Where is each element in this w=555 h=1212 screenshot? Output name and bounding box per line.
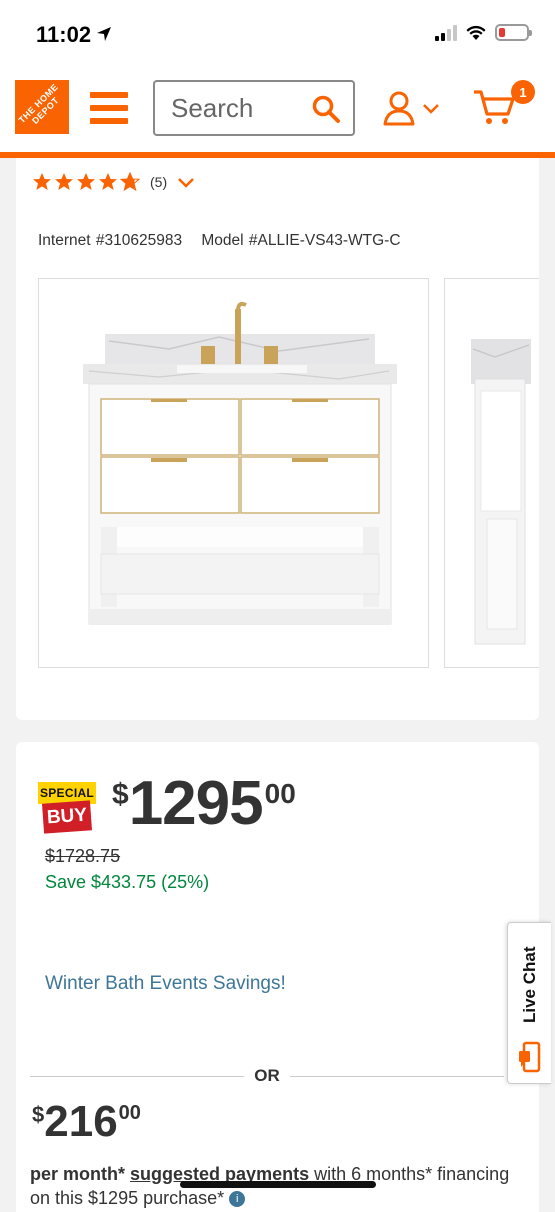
vanity-side-image [471,339,531,645]
per-month-label: per month* [30,1164,126,1184]
product-overview-card: (5) Internet #310625983 Model #ALLIE-VS4… [16,158,539,720]
site-header: THE HOME DEPOT 1 [0,66,555,158]
or-label: OR [254,1066,280,1085]
chevron-down-icon [423,104,439,114]
star-icon [99,173,117,190]
home-indicator[interactable] [180,1181,376,1188]
rating-stars [32,172,140,192]
star-icon [77,173,95,190]
price-cents: 00 [264,778,296,809]
search-box[interactable] [153,80,355,136]
monthly-cents: 00 [118,1102,141,1124]
current-price: $ 1295 00 [112,772,296,836]
account-button[interactable] [382,90,440,126]
product-rating[interactable]: (5) [32,172,195,192]
star-icon [33,173,51,190]
model-number: Model #ALLIE-VS43-WTG-C [201,232,401,249]
pricing-card: SPECIAL BUY $ 1295 00 $1728.75 Save $433… [16,742,539,1212]
menu-icon[interactable] [90,92,128,124]
info-icon[interactable]: i [229,1191,246,1208]
search-icon[interactable] [311,94,341,124]
monthly-price: $ 216 00 [32,1098,141,1146]
status-time: 11:02 [36,22,92,47]
search-input[interactable] [171,92,301,124]
product-image-main[interactable] [38,278,429,668]
status-indicators [435,24,532,41]
monthly-currency: $ [32,1102,45,1127]
buy-label: BUY [42,800,92,834]
price-dollars: 1295 [128,769,264,838]
or-divider: OR [30,1066,504,1086]
special-buy-badge: SPECIAL BUY [38,782,96,834]
home-depot-logo[interactable]: THE HOME DEPOT [15,80,69,134]
location-arrow-icon [97,27,111,41]
price-currency: $ [112,778,129,811]
was-price: $1728.75 [45,846,121,866]
live-chat-button[interactable]: Live Chat [507,922,551,1084]
user-icon [383,91,415,126]
chevron-down-icon [178,178,195,188]
logo-text: THE HOME DEPOT [16,81,61,126]
wifi-icon [466,25,486,40]
savings-text: Save $433.75 (25%) [45,872,210,892]
star-half-icon [120,172,140,192]
battery-icon [495,24,532,41]
star-icon [55,173,73,190]
internet-number: Internet #310625983 [38,232,183,249]
vanity-image [83,301,397,625]
cart-count-badge: 1 [511,80,535,104]
cart-icon[interactable] [472,88,516,126]
monthly-dollars: 216 [44,1097,118,1146]
product-image-secondary[interactable] [444,278,539,668]
status-bar: 11:02 [0,0,555,66]
cellular-signal-icon [435,24,457,41]
chat-phone-icon [519,1041,541,1073]
live-chat-label: Live Chat [520,946,539,1023]
rating-count: (5) [150,174,168,190]
promo-link[interactable]: Winter Bath Events Savings! [45,973,286,995]
product-identifiers: Internet #310625983 Model #ALLIE-VS43-WT… [38,232,401,250]
